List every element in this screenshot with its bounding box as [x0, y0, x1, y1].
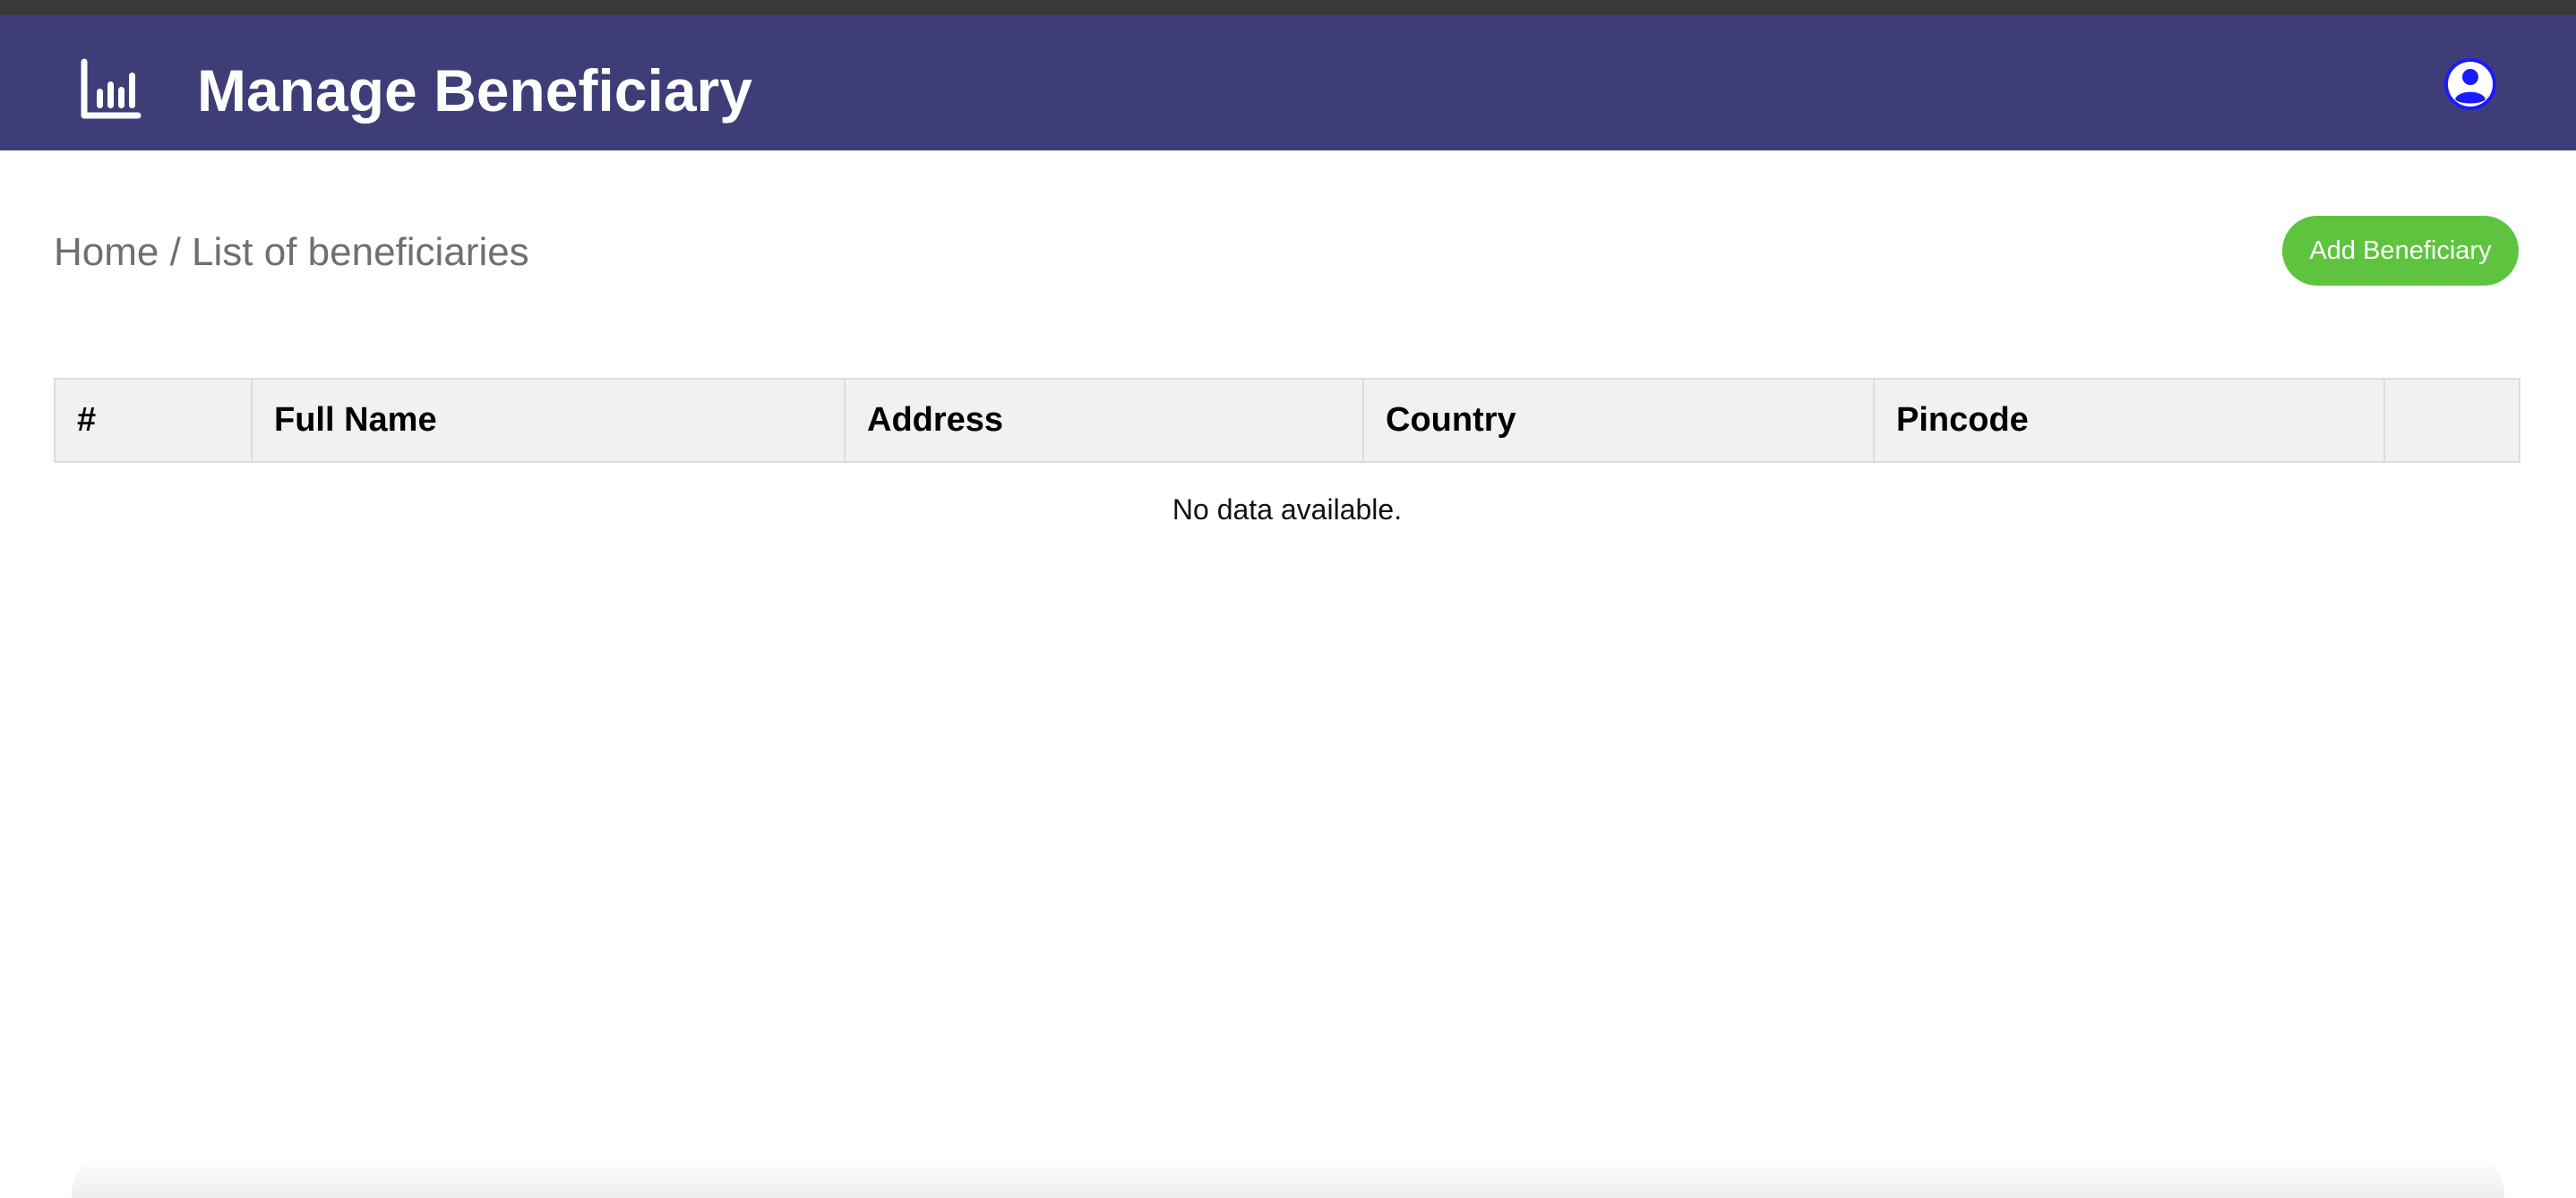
column-header-index: # [54, 378, 253, 463]
breadcrumb: Home / List of beneficiaries [54, 230, 529, 274]
bar-chart-icon [79, 58, 143, 123]
beneficiary-table-container: # Full Name Address Country Pincode No d… [54, 378, 2520, 569]
window-top-strip [0, 0, 2576, 15]
add-beneficiary-button[interactable]: Add Beneficiary [2282, 216, 2519, 286]
column-header-full-name: Full Name [251, 378, 846, 463]
bottom-panel-shadow [72, 1157, 2504, 1198]
column-header-actions [2383, 378, 2520, 463]
beneficiary-table: # Full Name Address Country Pincode No d… [54, 378, 2520, 569]
empty-state-message: No data available. [1172, 493, 1403, 526]
app-header: Manage Beneficiary [0, 15, 2576, 150]
table-row-empty: No data available. [55, 462, 2520, 569]
table-header-row: # Full Name Address Country Pincode [54, 378, 2520, 463]
column-header-country: Country [1362, 378, 1875, 463]
page-title: Manage Beneficiary [197, 57, 752, 124]
user-circle-icon[interactable] [2443, 57, 2497, 111]
column-header-address: Address [844, 378, 1364, 463]
column-header-pincode: Pincode [1873, 378, 2385, 463]
